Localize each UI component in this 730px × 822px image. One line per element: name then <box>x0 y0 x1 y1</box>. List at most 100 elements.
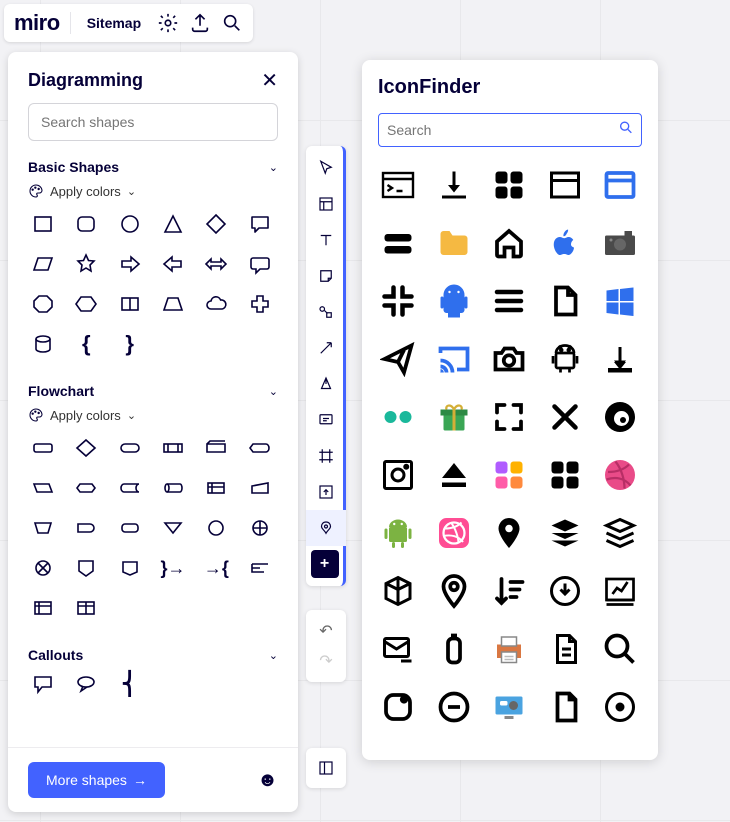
shape-triangle[interactable] <box>158 209 188 239</box>
page-icon[interactable] <box>545 687 585 727</box>
send-icon[interactable] <box>378 339 418 379</box>
grid-icon[interactable] <box>489 165 529 205</box>
shape-callout-round[interactable] <box>71 669 101 699</box>
shape-search-input[interactable] <box>28 103 278 141</box>
more-tools-button[interactable]: + <box>311 550 339 578</box>
settings-icon[interactable] <box>157 12 179 34</box>
iconfinder-search-input[interactable] <box>378 113 642 147</box>
camera-icon[interactable] <box>600 223 640 263</box>
shape-star[interactable] <box>71 249 101 279</box>
undo-button[interactable]: ↶ <box>306 616 346 646</box>
shape-rounded-speech[interactable] <box>245 249 275 279</box>
templates-tool[interactable] <box>306 186 346 222</box>
shape-octagon[interactable] <box>28 289 58 319</box>
shape-sort[interactable]: →{ <box>201 553 231 583</box>
fullscreen-icon[interactable] <box>489 397 529 437</box>
minus-circle-icon[interactable] <box>434 687 474 727</box>
redo-button[interactable]: ↷ <box>306 646 346 676</box>
shape-hexagon[interactable] <box>71 289 101 319</box>
sort-desc-icon[interactable] <box>489 571 529 611</box>
mail-minus-icon[interactable] <box>378 629 418 669</box>
shape-split-rect[interactable] <box>115 289 145 319</box>
upload-icon[interactable] <box>600 339 640 379</box>
connection-tool[interactable] <box>306 330 346 366</box>
section-basic-shapes[interactable]: Basic Shapes ⌄ <box>28 153 278 181</box>
shape-bidirectional-arrow[interactable] <box>201 249 231 279</box>
select-tool[interactable] <box>306 150 346 186</box>
panel-toggle-button[interactable] <box>306 748 346 788</box>
shape-speech-bubble[interactable] <box>245 209 275 239</box>
shape-connector[interactable] <box>201 513 231 543</box>
shape-manual-operation[interactable] <box>28 513 58 543</box>
chart-icon[interactable] <box>600 571 640 611</box>
apps-tool[interactable] <box>306 510 346 546</box>
equals-icon[interactable] <box>378 223 418 263</box>
shape-card[interactable] <box>201 433 231 463</box>
shuffle-icon[interactable] <box>545 397 585 437</box>
shape-terminator[interactable] <box>115 433 145 463</box>
location-icon[interactable] <box>434 571 474 611</box>
layers-outline-icon[interactable] <box>600 513 640 553</box>
cube-icon[interactable] <box>378 571 418 611</box>
shape-database[interactable] <box>71 593 101 623</box>
shape-process[interactable] <box>28 433 58 463</box>
shape-delay[interactable] <box>71 513 101 543</box>
shape-cloud[interactable] <box>201 289 231 319</box>
shape-diamond[interactable] <box>201 209 231 239</box>
shape-manual-input[interactable] <box>245 473 275 503</box>
miro-logo[interactable]: miro <box>14 10 60 36</box>
shape-display2[interactable] <box>115 553 145 583</box>
shape-data[interactable] <box>28 473 58 503</box>
section-callouts[interactable]: Callouts ⌄ <box>28 641 278 669</box>
shape-display[interactable] <box>245 433 275 463</box>
menu-icon[interactable] <box>489 281 529 321</box>
windows-icon[interactable] <box>600 281 640 321</box>
gift-icon[interactable] <box>434 397 474 437</box>
shape-predefined[interactable] <box>158 433 188 463</box>
battery-icon[interactable] <box>434 629 474 669</box>
collapse-icon[interactable] <box>378 281 418 321</box>
download-icon[interactable] <box>434 165 474 205</box>
flickr-icon[interactable] <box>378 397 418 437</box>
apple-icon[interactable] <box>545 223 585 263</box>
shape-internal-storage2[interactable] <box>28 593 58 623</box>
shape-collate[interactable]: }→ <box>158 553 188 583</box>
shape-left-arrow[interactable] <box>158 249 188 279</box>
shape-direct-data[interactable] <box>158 473 188 503</box>
pin-icon[interactable] <box>489 513 529 553</box>
shape-brace-left[interactable]: { <box>71 329 101 359</box>
shape-alt-process[interactable] <box>115 513 145 543</box>
shape-brace-right[interactable]: } <box>115 329 145 359</box>
shape-decision[interactable] <box>71 433 101 463</box>
folder-icon[interactable] <box>434 223 474 263</box>
window-icon[interactable] <box>545 165 585 205</box>
eject-icon[interactable] <box>434 455 474 495</box>
printer-icon[interactable] <box>489 629 529 669</box>
export-icon[interactable] <box>189 12 211 34</box>
android-outline-icon[interactable] <box>545 339 585 379</box>
comment-tool[interactable] <box>306 402 346 438</box>
shape-rectangle[interactable] <box>28 209 58 239</box>
home-icon[interactable] <box>489 223 529 263</box>
instagram-icon[interactable] <box>378 455 418 495</box>
apply-colors-flowchart[interactable]: Apply colors ⌄ <box>28 405 278 433</box>
frame-tool[interactable] <box>306 438 346 474</box>
shape-right-arrow[interactable] <box>115 249 145 279</box>
dribbble-icon[interactable] <box>600 455 640 495</box>
search2-icon[interactable] <box>600 629 640 669</box>
more-shapes-button[interactable]: More shapes → <box>28 762 165 798</box>
shape-cross[interactable] <box>245 289 275 319</box>
feedback-icon[interactable]: ☻ <box>257 769 278 792</box>
pen-tool[interactable] <box>306 366 346 402</box>
rounded-sq-icon[interactable] <box>378 687 418 727</box>
monitor-gear-icon[interactable] <box>489 687 529 727</box>
file-icon[interactable] <box>545 281 585 321</box>
search-icon[interactable] <box>221 12 243 34</box>
shape-summing[interactable] <box>245 513 275 543</box>
download-circle-icon[interactable] <box>545 571 585 611</box>
cast-icon[interactable] <box>434 339 474 379</box>
android-green-icon[interactable] <box>378 513 418 553</box>
shape-callout-brace[interactable]: ⎨ <box>115 669 145 699</box>
upload-tool[interactable] <box>306 474 346 510</box>
four-dark-icon[interactable] <box>545 455 585 495</box>
